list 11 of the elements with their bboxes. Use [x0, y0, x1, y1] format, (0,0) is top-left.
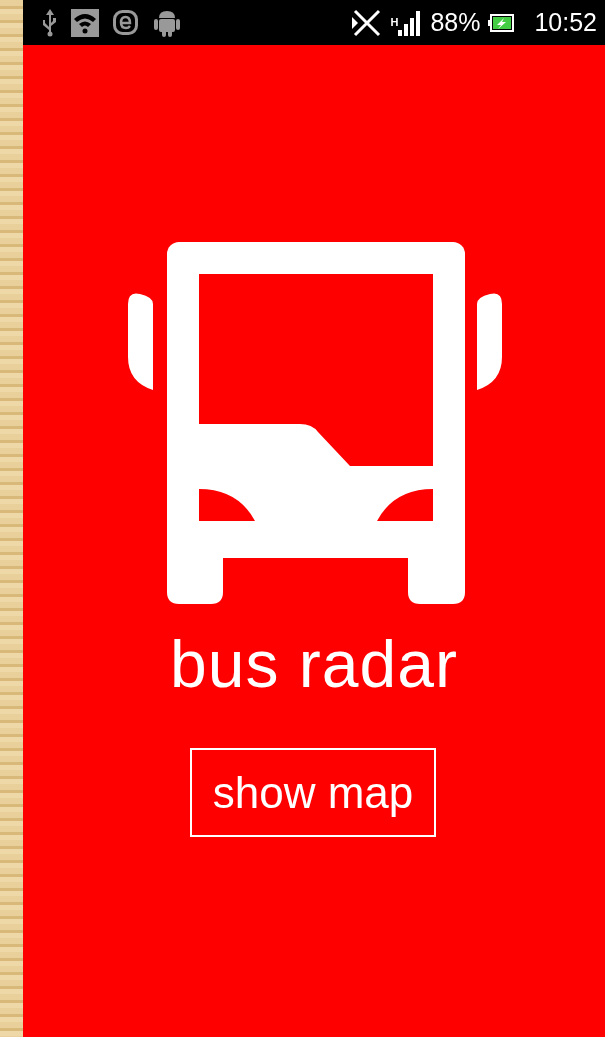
app-title: bus radar [170, 626, 458, 703]
battery-percent: 88% [430, 8, 481, 37]
wifi-icon [71, 8, 99, 37]
bus-icon [128, 242, 502, 604]
clock-time: 10:52 [534, 8, 597, 37]
show-map-button[interactable]: show map [190, 748, 436, 837]
signal-icon [398, 9, 423, 36]
network-type: H [390, 15, 399, 28]
usb-icon [43, 8, 57, 37]
nfc-off-icon [352, 7, 383, 38]
battery-charging-icon [488, 13, 515, 32]
